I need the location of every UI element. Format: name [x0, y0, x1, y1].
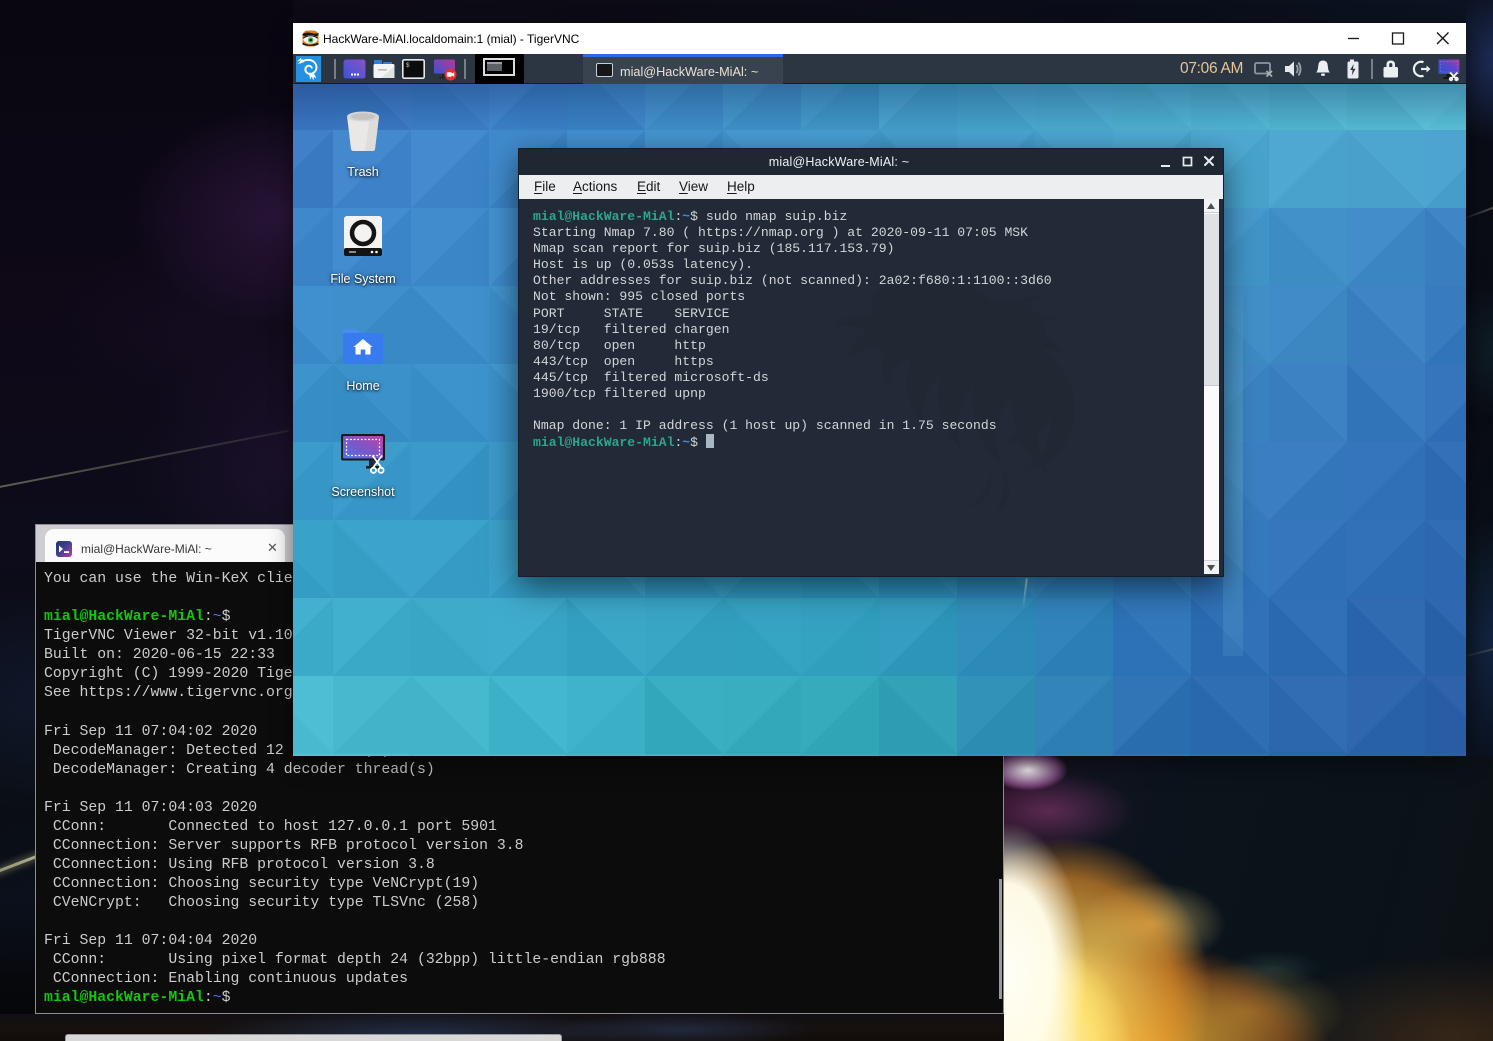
svg-text:$: $: [406, 62, 410, 69]
